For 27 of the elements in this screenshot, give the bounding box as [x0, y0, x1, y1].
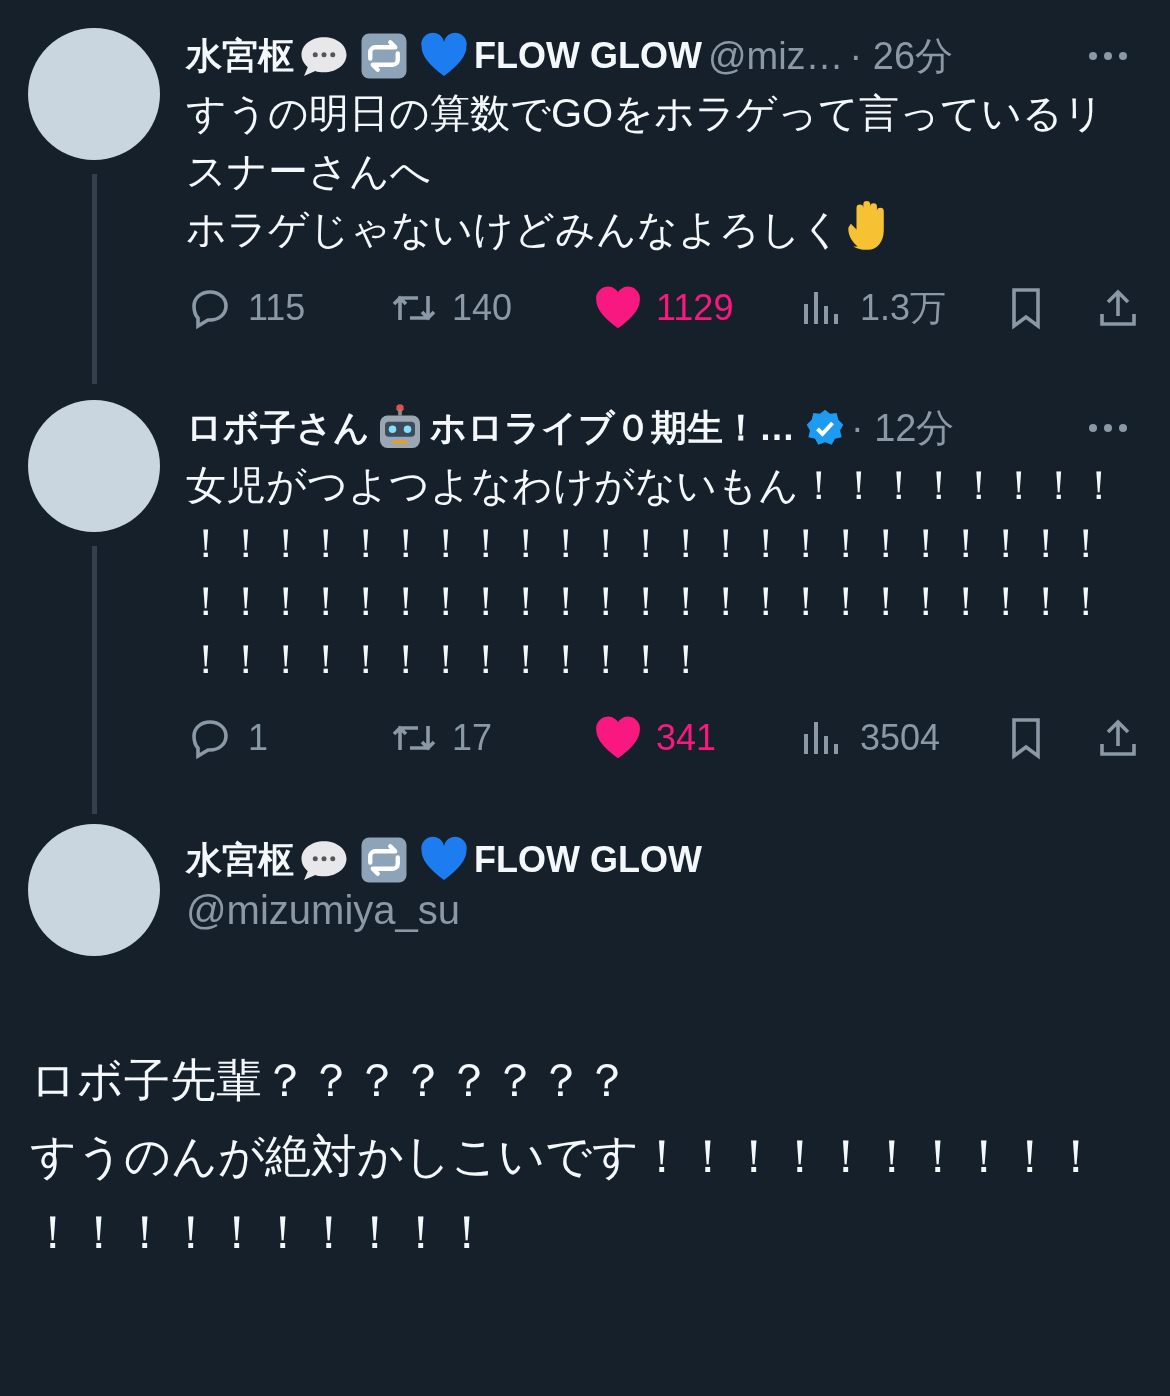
repeat-icon [359, 835, 409, 885]
handle[interactable]: @miz… [707, 34, 844, 78]
tweet-text: すうのんが絶対かしこいです！！！！！！！！！！！！！！！！！！！！ [30, 1129, 1100, 1260]
stat-count: 140 [452, 287, 513, 329]
tweet-text: ロボ子先輩？？？？？？？？ [30, 1053, 631, 1108]
more-icon[interactable] [1088, 423, 1128, 433]
display-name[interactable]: ロボ子さん [186, 403, 370, 453]
display-name[interactable]: 水宮枢 [186, 31, 294, 81]
display-name[interactable]: 水宮枢 [186, 835, 294, 885]
stat-count: 1.3万 [860, 285, 947, 330]
display-name[interactable]: FLOW GLOW [474, 35, 702, 77]
stat-count: 341 [656, 717, 717, 759]
stat-count: 115 [248, 287, 306, 329]
stat-count: 1129 [656, 287, 734, 329]
stat-count: 17 [452, 717, 493, 759]
stat-count: 1 [248, 717, 269, 759]
timestamp: · 26分 [849, 33, 954, 79]
timestamp: · 12分 [851, 405, 955, 451]
repeat-icon [359, 31, 409, 81]
display-name[interactable]: ホロライブ０期生！… [430, 403, 795, 453]
tweet-text: 女児がつよつよなわけがないもん！！！！！！！！！！！！！！！！！！！！！！！！！！！！！！！！！！！！！！！！！！！！！！！！！！！！！！！！！！！！！！！！！！！ [186, 463, 1119, 681]
stat-count: 3504 [860, 717, 941, 759]
tweet-text: すうの明日の算数でGOをホラゲって言っているリスナーさんへ [186, 91, 1105, 193]
display-name[interactable]: FLOW GLOW [474, 839, 702, 881]
tweet-text: ホラゲじゃないけどみんなよろしく [186, 207, 842, 251]
handle[interactable]: @mizumiya_su [186, 888, 460, 932]
more-icon[interactable] [1088, 51, 1128, 61]
